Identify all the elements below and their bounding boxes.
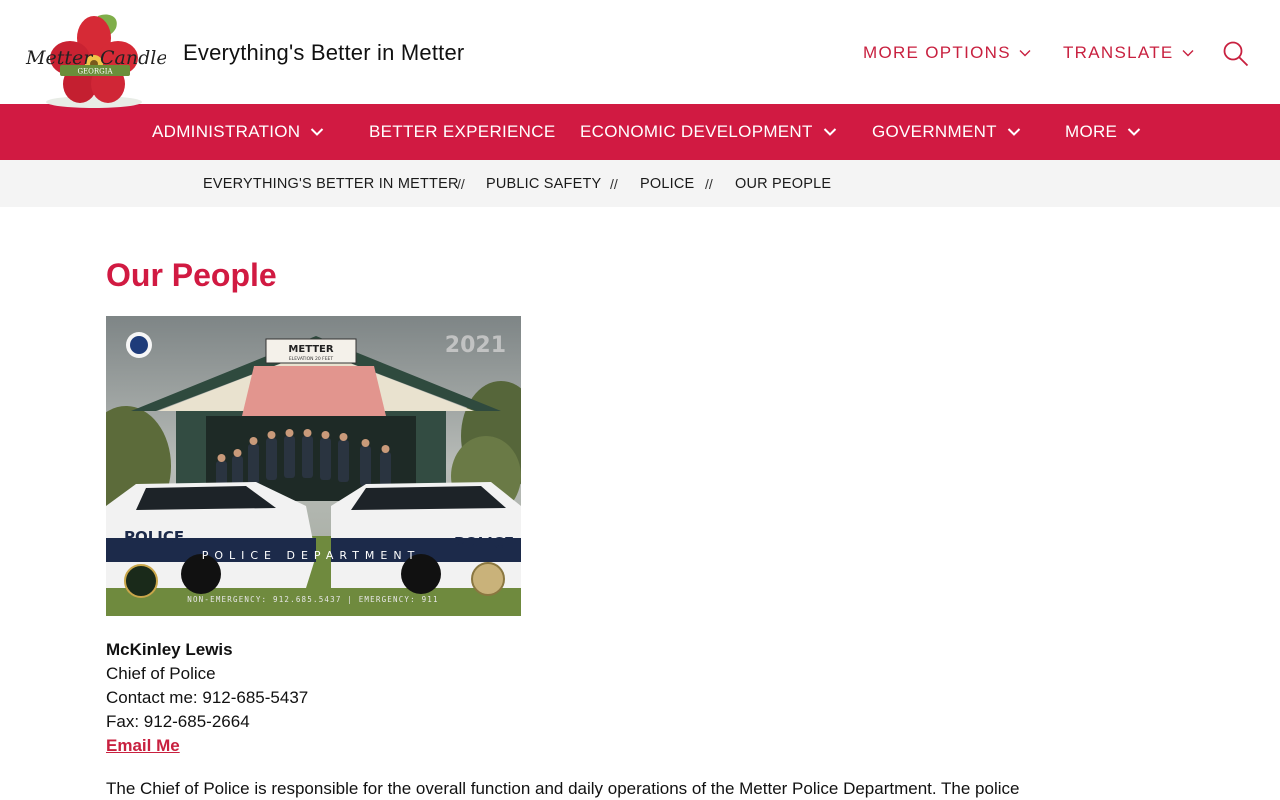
chevron-down-icon <box>1127 128 1141 136</box>
photo-car-left-label: POLICE <box>124 528 184 546</box>
contact-block: McKinley Lewis Chief of Police Contact m… <box>106 638 308 758</box>
search-button[interactable] <box>1222 40 1250 68</box>
breadcrumb-separator: // <box>610 176 618 192</box>
breadcrumb-link-police[interactable]: POLICE <box>640 176 694 192</box>
photo-sign-title: METTER <box>288 344 333 355</box>
nav-item-government[interactable]: GOVERNMENT <box>872 104 1021 160</box>
page-title: Our People <box>106 257 277 293</box>
site-header: GEORGIA Metter Candler Everything's Bett… <box>0 0 1280 108</box>
translate-button[interactable]: TRANSLATE <box>1063 43 1194 63</box>
breadcrumb: EVERYTHING'S BETTER IN METTER // PUBLIC … <box>0 160 1280 207</box>
chevron-down-icon <box>1019 50 1031 57</box>
nav-item-administration[interactable]: ADMINISTRATION <box>152 104 324 160</box>
breadcrumb-separator: // <box>705 176 713 192</box>
police-department-photo: METTER ELEVATION 20 FEET 2021 POLICE POL… <box>106 316 521 616</box>
logo-metter-text: Metter <box>25 47 94 69</box>
contact-role: Chief of Police <box>106 664 216 683</box>
site-title[interactable]: Everything's Better in Metter <box>183 40 464 66</box>
search-icon <box>1223 41 1249 67</box>
logo-candler-text: Candler <box>100 47 166 69</box>
contact-name: McKinley Lewis <box>106 640 233 659</box>
chevron-down-icon <box>1182 50 1194 57</box>
nav-item-label: ADMINISTRATION <box>152 122 301 141</box>
contact-fax: Fax: 912-685-2664 <box>106 712 250 731</box>
nav-item-more[interactable]: MORE <box>1065 104 1141 160</box>
nav-item-label: GOVERNMENT <box>872 122 997 141</box>
breadcrumb-separator: // <box>457 176 465 192</box>
nav-item-label: ECONOMIC DEVELOPMENT <box>580 122 813 141</box>
photo-footer-text: NON-EMERGENCY: 912.685.5437 | EMERGENCY:… <box>187 595 438 604</box>
translate-label: TRANSLATE <box>1063 43 1174 62</box>
breadcrumb-link-public-safety[interactable]: PUBLIC SAFETY <box>486 176 601 192</box>
email-me-link[interactable]: Email Me <box>106 734 308 758</box>
photo-year: 2021 <box>445 333 506 358</box>
photo-sign-subtitle: ELEVATION 20 FEET <box>289 356 334 362</box>
main-nav: ADMINISTRATION BETTER EXPERIENCE ECONOMI… <box>0 104 1280 160</box>
chevron-down-icon <box>823 128 836 136</box>
breadcrumb-current: OUR PEOPLE <box>735 176 832 192</box>
photo-car-right-label: POLICE <box>454 534 514 552</box>
description-paragraph: The Chief of Police is responsible for t… <box>106 779 1020 798</box>
nav-item-economic-development[interactable]: ECONOMIC DEVELOPMENT <box>580 104 837 160</box>
nav-item-better-experience[interactable]: BETTER EXPERIENCE <box>369 104 555 160</box>
nav-item-label: MORE <box>1065 122 1118 141</box>
chevron-down-icon <box>1007 128 1021 136</box>
site-logo[interactable]: GEORGIA Metter Candler <box>24 10 179 114</box>
chevron-down-icon <box>311 128 324 136</box>
breadcrumb-link-home[interactable]: EVERYTHING'S BETTER IN METTER <box>203 176 459 192</box>
nav-item-label: BETTER EXPERIENCE <box>369 122 556 141</box>
contact-phone: Contact me: 912-685-5437 <box>106 688 309 707</box>
more-options-label: MORE OPTIONS <box>863 43 1011 62</box>
more-options-button[interactable]: MORE OPTIONS <box>863 43 1031 63</box>
photo-department-label: POLICE DEPARTMENT <box>202 549 421 562</box>
